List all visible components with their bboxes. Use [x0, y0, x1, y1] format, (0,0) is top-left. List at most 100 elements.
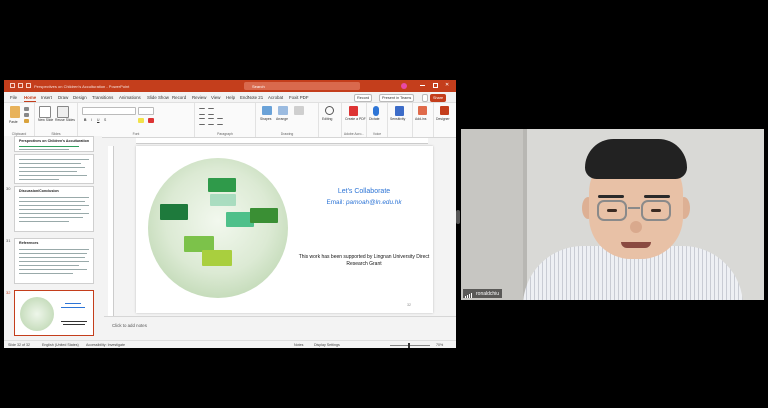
thumbnail-line — [61, 307, 85, 308]
comments-icon[interactable] — [422, 94, 428, 102]
italic-icon[interactable]: I — [91, 118, 92, 122]
thumbnail-line — [19, 273, 73, 274]
tab-home[interactable]: Home — [24, 95, 37, 102]
microphone-icon[interactable] — [373, 106, 379, 116]
email-address[interactable]: pamoah@ln.edu.hk — [346, 199, 402, 206]
adobe-group: Create a PDF Adobe Acro... — [342, 103, 367, 137]
highlight-icon[interactable] — [138, 118, 144, 123]
slide-counter: Slide 32 of 32 — [8, 343, 30, 347]
participant-nose — [630, 221, 642, 233]
tab-transitions[interactable]: Transitions — [92, 95, 113, 100]
thumbnail-line — [19, 265, 79, 266]
current-slide[interactable]: Let's Collaborate Email: pamoah@ln.edu.h… — [136, 146, 433, 313]
thumbnail-line — [19, 213, 89, 214]
align-center-icon[interactable] — [208, 118, 214, 125]
copy-icon[interactable] — [24, 113, 29, 117]
thumbnail-line — [19, 209, 81, 210]
format-painter-icon[interactable] — [24, 119, 29, 123]
thumbnail-line — [19, 253, 87, 254]
email-label: Email: — [326, 199, 346, 206]
panel-collapse-handle[interactable] — [456, 210, 460, 224]
tab-file[interactable]: File — [10, 95, 17, 100]
zoom-level[interactable]: 70% — [436, 343, 443, 347]
numbering-icon[interactable] — [208, 108, 214, 115]
zoom-slider-thumb[interactable] — [408, 343, 410, 348]
slide-thumbnail[interactable]: Discussion/Conclusion — [14, 186, 94, 232]
notes-toggle[interactable]: Notes — [294, 343, 303, 347]
tab-design[interactable]: Design — [73, 95, 87, 100]
slide-thumbnail[interactable] — [14, 154, 94, 184]
quick-styles-icon[interactable] — [294, 106, 304, 115]
thumbnail-title: References — [19, 241, 39, 245]
thumbnail-line — [19, 217, 83, 218]
slide-number: 31 — [6, 238, 11, 243]
font-size-dropdown[interactable] — [138, 107, 154, 115]
add-ins-icon[interactable] — [418, 106, 427, 115]
new-slide-icon[interactable] — [39, 106, 51, 118]
align-left-icon[interactable] — [199, 118, 205, 125]
designer-group: Designer — [434, 103, 456, 137]
tab-slide-show[interactable]: Slide Show — [147, 95, 169, 100]
present-in-teams-button[interactable]: Present in Teams — [379, 94, 415, 102]
create-pdf-icon[interactable] — [349, 106, 358, 116]
slide-thumbnail-active[interactable] — [14, 290, 94, 336]
email-line: Email: pamoah@ln.edu.hk — [294, 199, 434, 206]
signal-strength-icon — [465, 289, 473, 298]
accessibility-status[interactable]: Accessibility: Investigate — [86, 343, 125, 347]
participant-name-tag: ronaldchiu — [463, 289, 503, 298]
drawing-group: Shapes Arrange Drawing — [256, 103, 319, 137]
avatar[interactable] — [401, 83, 407, 89]
thumbnail-line — [19, 146, 79, 147]
tab-review[interactable]: Review — [192, 95, 206, 100]
record-button[interactable]: Record — [354, 94, 373, 102]
font-color-icon[interactable] — [148, 118, 154, 123]
strikethrough-icon[interactable]: S — [104, 118, 106, 122]
tab-record[interactable]: Record — [172, 95, 186, 100]
zoom-slider[interactable] — [390, 345, 430, 346]
paste-icon[interactable] — [10, 106, 20, 118]
add-ins-label: Add-ins — [415, 117, 427, 121]
tab-view[interactable]: View — [211, 95, 220, 100]
tab-foxit-pdf[interactable]: Foxit PDF — [289, 95, 309, 100]
tab-animations[interactable]: Animations — [119, 95, 141, 100]
tab-insert[interactable]: Insert — [41, 95, 52, 100]
search-box[interactable]: Search — [244, 82, 360, 90]
language-status[interactable]: English (United States) — [42, 343, 79, 347]
maximize-icon[interactable] — [433, 83, 438, 88]
reuse-slides-icon[interactable] — [57, 106, 69, 118]
undo-icon[interactable] — [26, 83, 31, 88]
designer-icon[interactable] — [440, 106, 449, 115]
bold-icon[interactable]: B — [84, 118, 86, 122]
underline-icon[interactable]: U — [97, 118, 99, 122]
background-wall — [461, 129, 523, 300]
thumbnail-line — [63, 324, 85, 325]
new-slide-label: New Slide — [38, 118, 54, 122]
font-name-dropdown[interactable] — [82, 107, 136, 115]
display-settings-button[interactable]: Display Settings — [314, 343, 340, 347]
slide-thumbnail[interactable]: References — [14, 238, 94, 284]
slide-thumbnail[interactable]: Perspectives on Children's Acculturation — [14, 136, 94, 152]
menu-bar: File Home Insert Draw Design Transitions… — [4, 92, 456, 102]
cut-icon[interactable] — [24, 107, 29, 111]
sensitivity-icon[interactable] — [395, 106, 404, 116]
thumbnail-line — [19, 249, 89, 250]
minimize-icon[interactable] — [420, 85, 425, 86]
arrange-icon[interactable] — [278, 106, 288, 115]
search-icon[interactable] — [325, 106, 334, 115]
tab-acrobat[interactable]: Acrobat — [268, 95, 283, 100]
tab-endnote[interactable]: EndNote 21 — [240, 95, 263, 100]
shapes-icon[interactable] — [262, 106, 272, 115]
speech-bubble-icon — [208, 178, 236, 192]
thumbnail-line — [19, 159, 89, 160]
align-right-icon[interactable] — [217, 118, 223, 125]
tab-help[interactable]: Help — [226, 95, 235, 100]
thumbnail-line — [19, 201, 85, 202]
share-button[interactable]: Share — [430, 94, 447, 102]
autosave-icon[interactable] — [10, 83, 15, 88]
tab-draw[interactable]: Draw — [58, 95, 68, 100]
bullets-icon[interactable] — [199, 108, 205, 115]
powerpoint-window: Perspectives on Children's Acculturation… — [4, 80, 456, 348]
close-icon[interactable]: ✕ — [445, 83, 450, 88]
save-icon[interactable] — [18, 83, 23, 88]
paste-label: Paste — [9, 120, 18, 124]
